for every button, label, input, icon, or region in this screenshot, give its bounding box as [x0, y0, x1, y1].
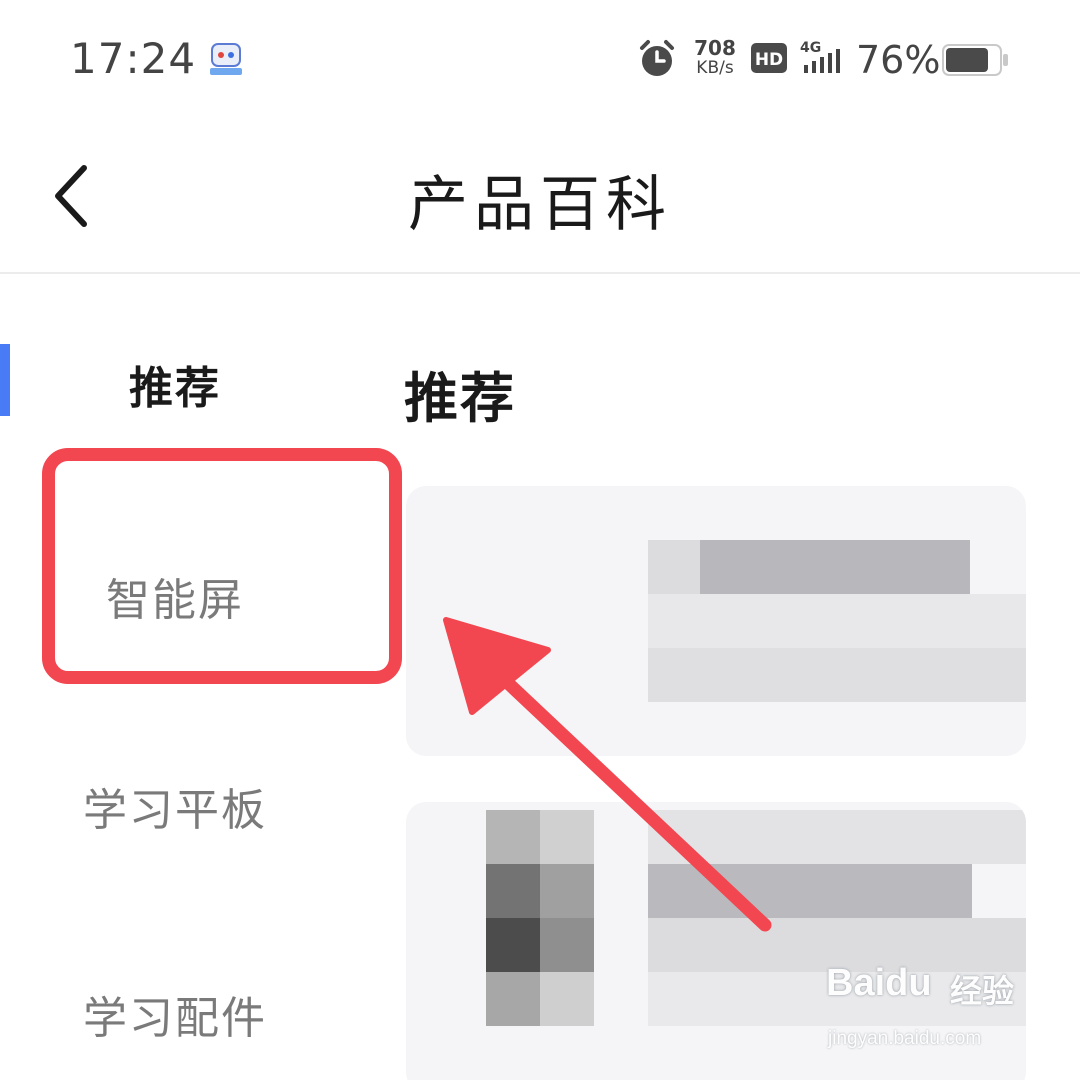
network-speed: 708 KB/s: [690, 38, 740, 77]
pixelated-text-block: [648, 648, 1026, 702]
pixelated-image-block: [540, 864, 594, 918]
pixelated-image-block: [486, 918, 540, 972]
category-sidebar: 推荐 智能屏 学习平板 学习配件: [0, 274, 360, 1080]
alarm-icon: [640, 40, 674, 76]
pixelated-image-block: [540, 810, 594, 864]
pixelated-image-block: [486, 972, 540, 1026]
sidebar-item-learning-accessories[interactable]: 学习配件: [0, 982, 350, 1046]
signal-4g-icon: 4G: [800, 40, 840, 73]
pixelated-text-block: [648, 594, 1026, 648]
battery-icon: [942, 44, 1008, 76]
product-card[interactable]: [406, 802, 1026, 1080]
network-speed-value: 708: [694, 36, 736, 60]
sidebar-item-smart-screen[interactable]: 智能屏: [0, 564, 350, 628]
pixelated-text-block: [648, 918, 1026, 972]
product-card[interactable]: [406, 486, 1026, 756]
pixelated-text-block: [648, 810, 1026, 864]
battery-percent: 76%: [856, 38, 941, 82]
status-time: 17:24: [70, 34, 197, 83]
pixelated-image-block: [540, 972, 594, 1026]
app-robot-icon: [210, 43, 242, 75]
sidebar-item-recommend[interactable]: 推荐: [0, 352, 350, 416]
network-type-label: 4G: [800, 40, 821, 56]
section-title: 推荐: [404, 367, 516, 430]
network-speed-unit: KB/s: [696, 58, 734, 78]
page-title: 产品百科: [408, 170, 672, 240]
hd-icon: HD: [751, 43, 787, 73]
pixelated-text-block: [648, 540, 700, 594]
pixelated-image-block: [486, 864, 540, 918]
sidebar-item-learning-tablet[interactable]: 学习平板: [0, 774, 350, 838]
status-bar: 17:24 708 KB/s HD 4G 76%: [0, 0, 1080, 120]
nav-header: 产品百科: [0, 120, 1080, 272]
content-panel: 推荐: [360, 274, 1080, 1080]
pixelated-image-block: [540, 918, 594, 972]
phone-screen: 17:24 708 KB/s HD 4G 76% 产品百科 推荐 智能屏 学习平…: [0, 0, 1080, 1080]
pixelated-image-block: [486, 810, 540, 864]
pixelated-text-block: [700, 540, 970, 594]
svg-text:HD: HD: [755, 50, 783, 70]
pixelated-text-block: [648, 864, 972, 918]
pixelated-text-block: [648, 972, 1026, 1026]
